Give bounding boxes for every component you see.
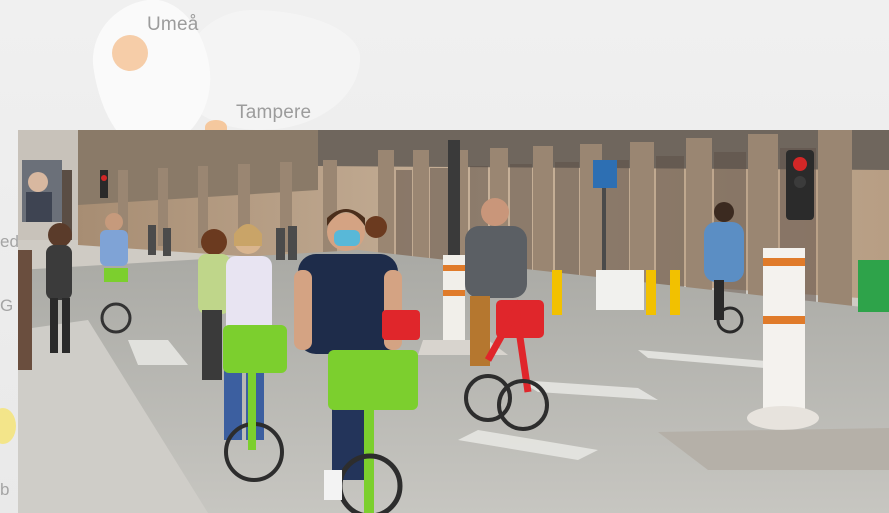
- city-label-fragment: G: [0, 296, 14, 315]
- city-label-fragment: b: [0, 480, 10, 499]
- cyclists-photo: [18, 130, 889, 513]
- left-building: [18, 130, 78, 240]
- city-label-umea: Umeå: [147, 14, 199, 35]
- city-label-fragment: ed: [0, 232, 19, 251]
- city-label-tampere: Tampere: [236, 102, 312, 123]
- city-marker-umea[interactable]: [112, 35, 148, 71]
- photo-illustration: [18, 130, 889, 513]
- city-marker[interactable]: [0, 408, 16, 444]
